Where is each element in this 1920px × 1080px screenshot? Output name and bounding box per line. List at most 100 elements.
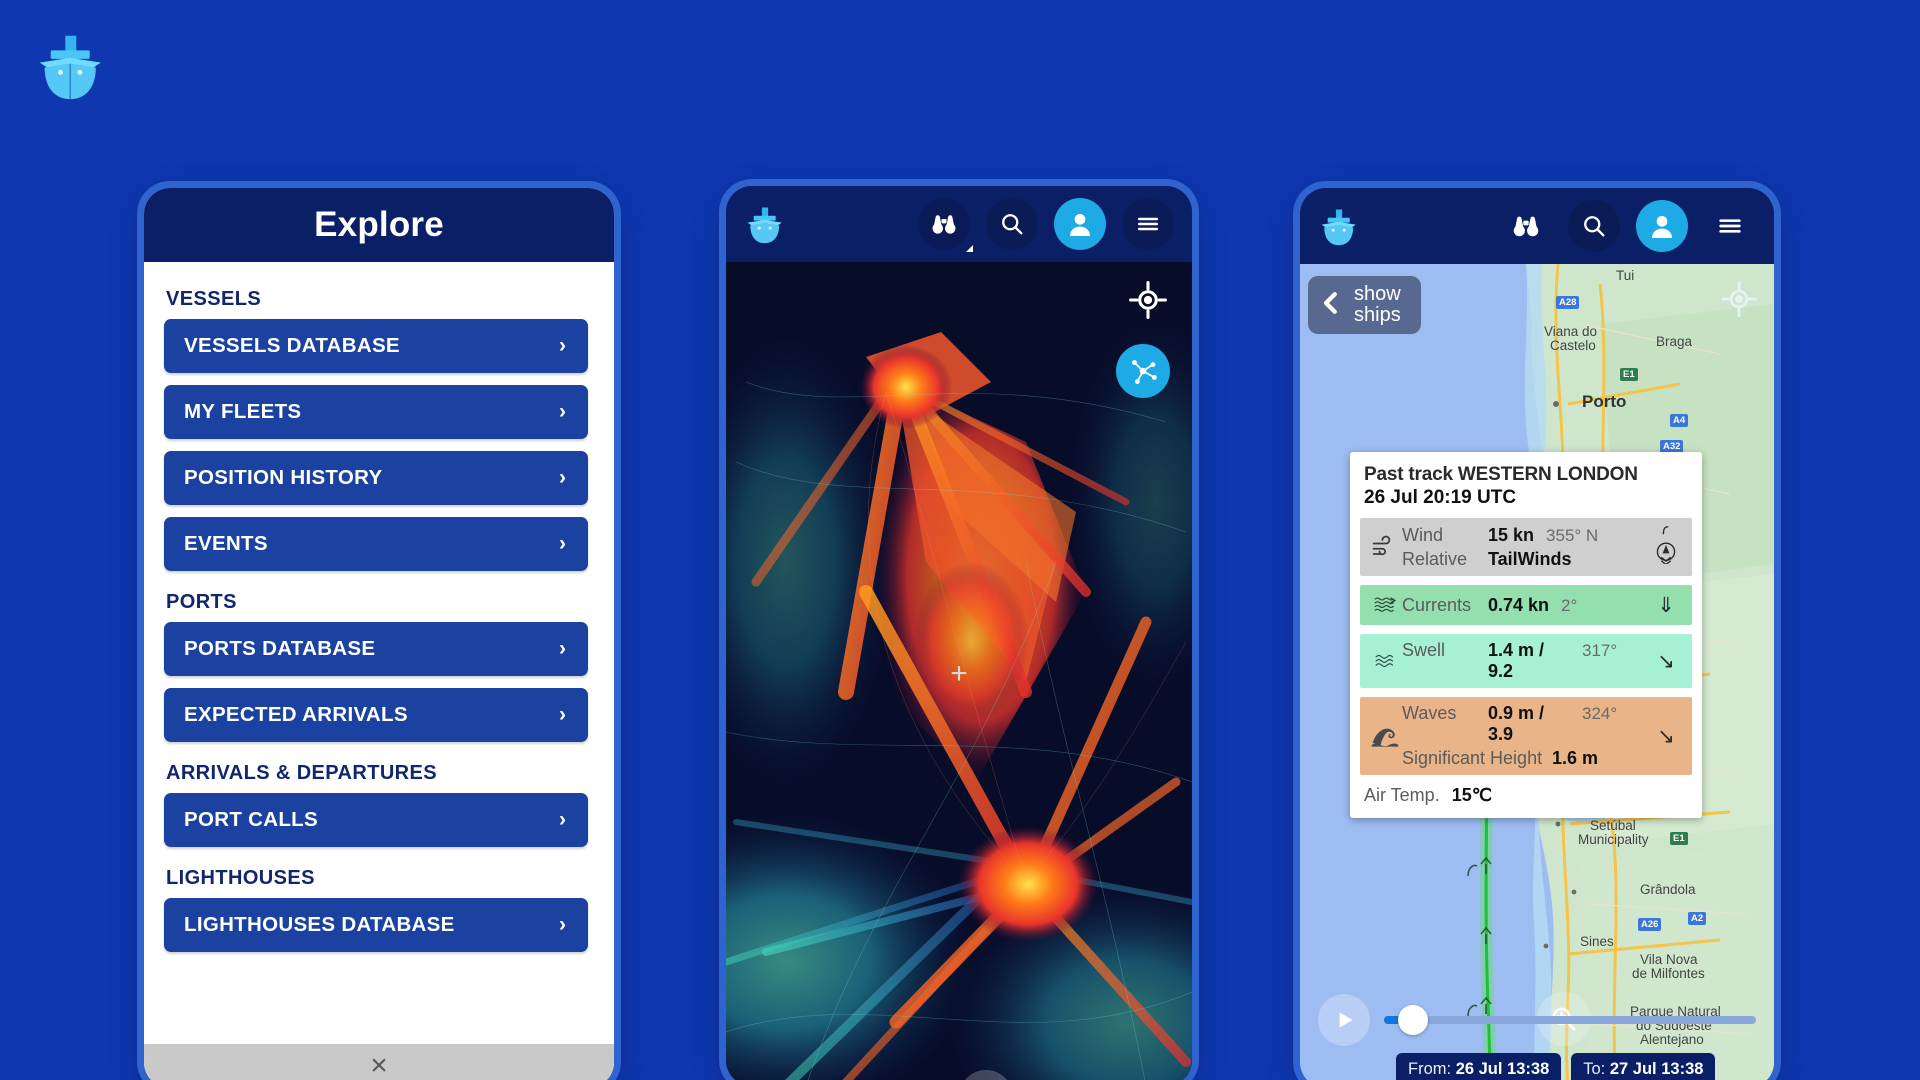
explore-header: Explore: [144, 188, 614, 262]
binoculars-icon[interactable]: [1500, 200, 1552, 252]
from-key: From:: [1408, 1060, 1452, 1078]
road-shield: A26: [1638, 918, 1662, 931]
menu-item-port-calls[interactable]: PORT CALLS ›: [164, 793, 588, 847]
time-range-from[interactable]: From: 26 Jul 13:38: [1396, 1053, 1562, 1080]
chevron-right-icon: ›: [559, 466, 566, 489]
to-key: To:: [1583, 1060, 1606, 1078]
chevron-right-icon: ›: [559, 913, 566, 936]
menu-item-events[interactable]: EVENTS ›: [164, 517, 588, 571]
menu-item-ports-database[interactable]: PORTS DATABASE ›: [164, 622, 588, 676]
weather-direction: 324°: [1582, 704, 1618, 723]
map-center-crosshair: +: [950, 657, 968, 690]
map-label: Sines: [1580, 934, 1614, 949]
chevron-right-icon: ›: [559, 703, 566, 726]
gps-crosshair-icon[interactable]: [1126, 278, 1170, 327]
show-ships-button[interactable]: show ships: [1308, 276, 1421, 334]
weather-label: Waves: [1402, 703, 1457, 723]
binoculars-icon[interactable]: [918, 198, 973, 252]
weather-card-title: Past track WESTERN LONDON 26 Jul 20:19 U…: [1350, 464, 1702, 509]
map-label: Tui: [1616, 268, 1635, 283]
menu-item-label: EVENTS: [184, 532, 268, 555]
timeline-slider-handle[interactable]: [1398, 1005, 1428, 1035]
menu-item-vessels-database[interactable]: VESSELS DATABASE ›: [164, 319, 588, 373]
close-panel-bar[interactable]: ×: [144, 1044, 614, 1080]
close-icon: ×: [370, 1049, 388, 1080]
weather-value: 1.4 m / 9.2: [1488, 640, 1545, 681]
menu-item-label: POSITION HISTORY: [184, 466, 383, 489]
currents-icon: [1368, 593, 1402, 617]
chevron-right-icon: ›: [559, 400, 566, 423]
weather-value: 15 kn: [1488, 524, 1535, 545]
currents-direction-arrow-icon: ⇓: [1657, 593, 1675, 617]
traffic-density-map[interactable]: +: [726, 262, 1192, 1080]
navbar-actions: [1500, 200, 1756, 252]
road-shield: A4: [1670, 414, 1689, 427]
user-account-icon[interactable]: [1054, 198, 1106, 250]
weather-sub-value: 1.6 m: [1552, 748, 1599, 768]
weather-label: Wind: [1402, 524, 1444, 545]
menu-item-position-history[interactable]: POSITION HISTORY ›: [164, 451, 588, 505]
weather-direction: 2°: [1561, 595, 1578, 615]
past-track-vessel-name: Past track WESTERN LONDON: [1364, 464, 1638, 485]
weather-value: 0.74 kn: [1488, 594, 1550, 615]
weather-label: Currents: [1402, 594, 1472, 615]
section-label-ports: PORTS: [166, 591, 237, 613]
menu-item-label: LIGHTHOUSES DATABASE: [184, 913, 455, 936]
menu-item-lighthouses-database[interactable]: LIGHTHOUSES DATABASE ›: [164, 898, 588, 952]
swell-icon: [1368, 650, 1402, 672]
road-shield: A28: [1556, 296, 1580, 309]
wind-icon: [1368, 533, 1402, 561]
waves-icon: [1368, 723, 1402, 749]
section-label-vessels: VESSELS: [166, 288, 262, 310]
navbar-actions: [918, 198, 1174, 252]
weather-direction: 317°: [1582, 641, 1618, 660]
menu-item-label: VESSELS DATABASE: [184, 334, 400, 357]
timeline-slider[interactable]: [1384, 1005, 1756, 1035]
wind-direction-arrow-icon: [1648, 524, 1684, 570]
page-title: Explore: [314, 205, 444, 244]
ship-logo-icon: [30, 26, 108, 104]
weather-label: Swell: [1402, 640, 1446, 660]
search-icon[interactable]: [986, 198, 1038, 250]
menu-item-label: PORTS DATABASE: [184, 637, 376, 660]
time-range-to[interactable]: To: 27 Jul 13:38: [1571, 1053, 1716, 1080]
map-label: Vila Nova: [1640, 952, 1698, 967]
weather-row-wind: Wind 15 kn 355° N Relative TailWinds: [1360, 518, 1692, 576]
menu-item-my-fleets[interactable]: MY FLEETS ›: [164, 385, 588, 439]
air-temp-label: Air Temp.: [1364, 785, 1440, 805]
chevron-right-icon: ›: [559, 532, 566, 555]
weather-direction: 355° N: [1546, 525, 1599, 545]
hamburger-menu-icon[interactable]: [1122, 198, 1174, 250]
menu-item-expected-arrivals[interactable]: EXPECTED ARRIVALS ›: [164, 688, 588, 742]
menu-item-label: MY FLEETS: [184, 400, 302, 423]
gps-crosshair-icon[interactable]: [1718, 278, 1760, 325]
app-screenshot: Explore VESSELS VESSELS DATABASE › MY FL…: [0, 0, 1920, 1080]
map-label: Viana do: [1544, 324, 1598, 339]
waves-direction-arrow-icon: ↘: [1657, 724, 1675, 748]
vessel-track-map[interactable]: Tui Viana do Castelo Braga Porto Aveiro …: [1300, 264, 1774, 1080]
explore-menu-body: VESSELS VESSELS DATABASE › MY FLEETS › P…: [144, 262, 614, 1080]
mobile-navbar: [1300, 188, 1774, 264]
network-layers-icon[interactable]: [1116, 344, 1170, 398]
user-account-icon[interactable]: [1636, 200, 1688, 252]
weather-row-waves: Waves 0.9 m / 3.9 324° Significant Heigh…: [1360, 697, 1692, 775]
weather-sub-label: Relative: [1402, 548, 1468, 569]
ship-logo-icon[interactable]: [742, 202, 786, 246]
show-ships-line1: show: [1354, 283, 1401, 305]
chevron-right-icon: ›: [559, 808, 566, 831]
chevron-right-icon: ›: [559, 637, 566, 660]
map-label: Setúbal: [1590, 818, 1636, 833]
play-icon[interactable]: [1318, 994, 1370, 1046]
search-icon[interactable]: [1568, 200, 1620, 252]
air-temp-value: 15℃: [1451, 785, 1492, 805]
swell-direction-arrow-icon: ↘: [1657, 649, 1675, 673]
weather-value: 0.9 m / 3.9: [1488, 703, 1545, 744]
hamburger-menu-icon[interactable]: [1704, 200, 1756, 252]
road-shield: E1: [1620, 368, 1638, 381]
ship-logo-icon[interactable]: [1316, 204, 1360, 248]
mobile-navbar: [726, 186, 1192, 262]
map-label: Grândola: [1640, 882, 1696, 897]
section-label-arrivals-departures: ARRIVALS & DEPARTURES: [166, 762, 438, 784]
map-label: Municipality: [1578, 832, 1649, 847]
menu-item-label: PORT CALLS: [184, 808, 318, 831]
